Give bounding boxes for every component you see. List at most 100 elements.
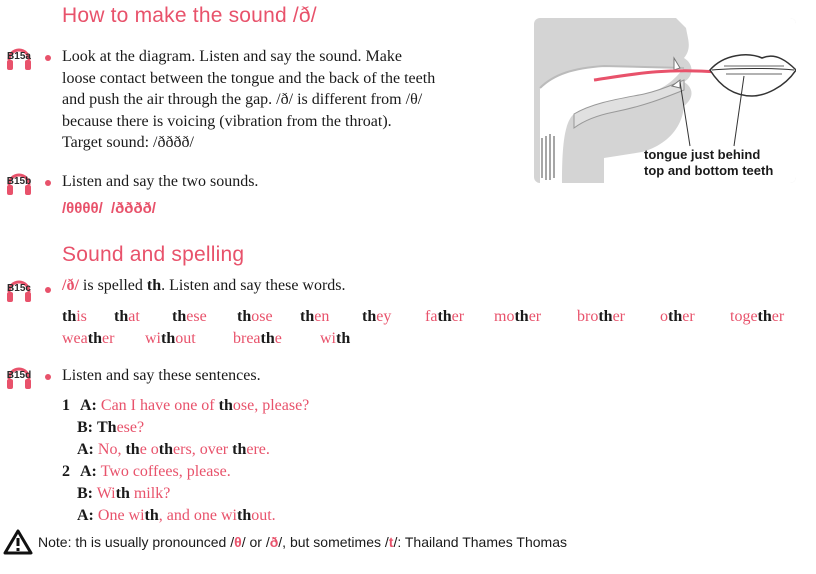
th-highlight: th [172, 308, 187, 325]
word-part: ese [186, 308, 207, 325]
para-line: loose contact between the tongue and the… [62, 69, 436, 87]
word-part: mo [494, 308, 515, 325]
dialogue-line: A: No, the others, over there. [77, 441, 270, 459]
dialogue-text: , and one wi [158, 507, 237, 524]
listen-two-sounds: Listen and say the two sounds. [62, 173, 259, 190]
bullet-dot [45, 180, 51, 186]
spelling-word: mother [494, 308, 541, 326]
audio-track-b15b[interactable]: B15b [4, 169, 34, 197]
dialogue-line: B: With milk? [77, 485, 170, 503]
spelling-word: together [730, 308, 784, 326]
th-highlight: th [757, 308, 772, 325]
track-label: B15a [7, 51, 31, 62]
spelling-word: without [145, 330, 196, 348]
note-symbol: ð [269, 534, 279, 550]
th-highlight: th [362, 308, 377, 325]
speaker-label: A: [80, 463, 97, 480]
spelling-word: other [660, 308, 695, 326]
sound-theta: /θθθθ/ [62, 200, 103, 217]
th-highlight: th [514, 308, 529, 325]
para-line: Look at the diagram. Listen and say the … [62, 48, 402, 65]
word-part: e [274, 330, 282, 347]
track-label: B15b [6, 176, 32, 187]
th-highlight: th [161, 330, 176, 347]
word-part: fa [425, 308, 438, 325]
listen-sentences: Listen and say these sentences. [62, 367, 261, 384]
bullet-dot [45, 374, 51, 380]
speaker-label: B: [77, 485, 93, 502]
th-highlight: th [236, 507, 252, 524]
para-line: Target sound: /ðððð/ [62, 134, 194, 151]
th-highlight: th [336, 330, 351, 347]
word-part: en [314, 308, 330, 325]
th-highlight: th [218, 397, 233, 414]
dialogue-text: Two coffees, please. [100, 463, 231, 480]
dialogue-line: 1 A: Can I have one of those, please? [62, 397, 309, 415]
note-text: / or / [241, 534, 270, 550]
spelling-word: this [62, 308, 87, 326]
dialogue-line: B: These? [77, 419, 144, 437]
dialogue-text: Wi [96, 485, 116, 502]
word-part: ose [251, 308, 273, 325]
section-heading-how-to: How to make the sound /ð/ [62, 4, 317, 27]
spelling-intro: /ð/ is spelled th. Listen and say these … [62, 277, 346, 295]
bullet-dot [45, 287, 51, 293]
warning-icon [3, 529, 33, 555]
speaker-label: A: [80, 397, 97, 414]
word-part: wi [320, 330, 336, 347]
intro-text: . Listen and say these words. [161, 277, 346, 294]
word-part: bro [577, 308, 599, 325]
th-highlight: th [232, 441, 247, 458]
dialogue-line: 2 A: Two coffees, please. [62, 463, 231, 481]
word-part: er [612, 308, 625, 325]
spelling-word: that [114, 308, 140, 326]
mouth-diagram: tongue just behind top and bottom teeth [534, 18, 796, 183]
word-part: er [451, 308, 465, 325]
dialogue-text: ese? [116, 419, 145, 436]
dialogue-line: A: One with, and one without. [77, 507, 276, 525]
th-highlight: Th [97, 419, 117, 436]
word-part: wi [145, 330, 161, 347]
word-part: er [528, 308, 542, 325]
pronunciation-note: Note: th is usually pronounced /θ/ or /ð… [38, 534, 567, 550]
word-part: out [175, 330, 196, 347]
spelling-word: brother [577, 308, 625, 326]
th-highlight: th [260, 330, 275, 347]
word-part: o [660, 308, 668, 325]
th-highlight: th [115, 485, 130, 502]
track-label: B15c [7, 283, 31, 294]
dialogue-text: ere. [246, 441, 270, 458]
word-part: ey [376, 308, 392, 325]
dialogue-text: milk? [129, 485, 171, 502]
note-text: Note: th is usually pronounced / [38, 534, 235, 550]
th-highlight: th [62, 308, 77, 325]
spelling-word: weather [62, 330, 114, 348]
dialogue-text: ose, please? [232, 397, 310, 414]
audio-track-b15d[interactable]: B15d [4, 363, 34, 391]
spelling-word: then [300, 308, 329, 326]
item-number: 2 [62, 463, 70, 480]
dialogue-text: No, [97, 441, 126, 458]
note-text: /: Thailand Thames Thomas [393, 534, 567, 550]
symbol-eth: /ð/ [62, 277, 79, 294]
word-part: toge [730, 308, 758, 325]
th-highlight: th [114, 308, 129, 325]
dialogue-text: One wi [97, 507, 145, 524]
dialogue-text: Can I have one of [100, 397, 219, 414]
audio-track-b15c[interactable]: B15c [4, 276, 34, 304]
spelling-word: those [237, 308, 273, 326]
word-part: er [682, 308, 695, 325]
audio-track-b15a[interactable]: B15a [4, 44, 34, 72]
th-highlight: th [237, 308, 252, 325]
intro-th: th [146, 277, 162, 294]
word-part: wea [62, 330, 88, 347]
dialogue-text: ers, over [173, 441, 233, 458]
th-highlight: th [125, 441, 140, 458]
caption-line: tongue just behind [644, 147, 761, 162]
th-highlight: th [300, 308, 315, 325]
dialogue-text: out. [251, 507, 276, 524]
spelling-word: father [425, 308, 464, 326]
sound-pair: /θθθθ/ /ðððð/ [62, 200, 156, 217]
word-part: at [128, 308, 140, 325]
th-highlight: th [598, 308, 613, 325]
